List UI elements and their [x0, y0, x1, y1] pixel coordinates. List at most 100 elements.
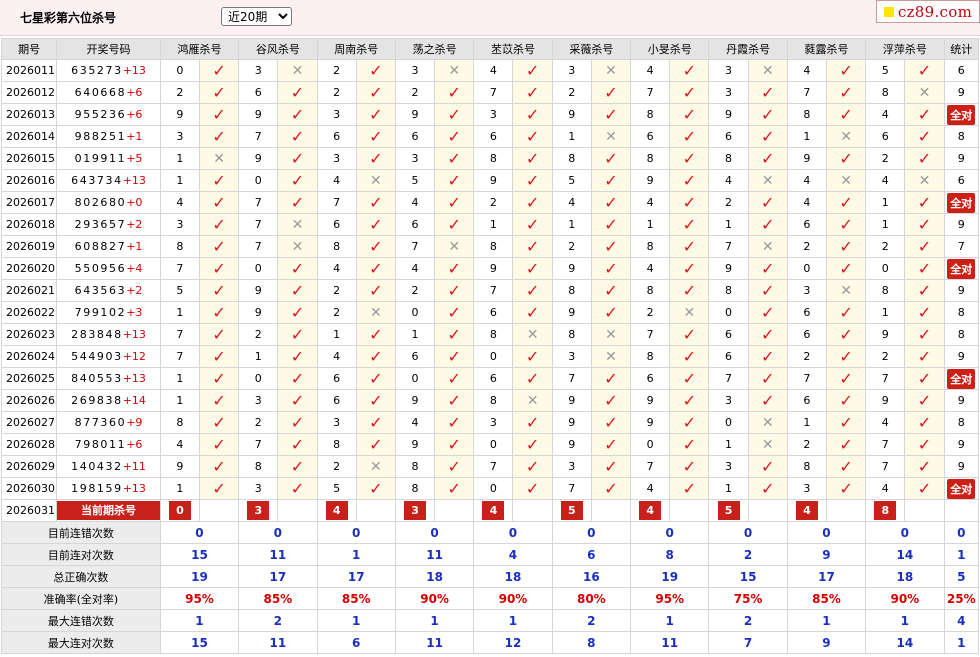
result-mark-cell: ✓: [434, 103, 475, 126]
draw-digits: 798011: [74, 438, 127, 451]
kill-number-cell: 3: [473, 411, 514, 434]
check-icon: ✓: [917, 60, 932, 80]
kill-number-cell: 9: [551, 301, 592, 324]
check-icon: ✓: [682, 60, 697, 80]
cross-icon: ✕: [840, 128, 852, 145]
all-correct-badge: 全对: [947, 368, 976, 389]
kill-number-cell: 8: [630, 147, 671, 170]
period-select[interactable]: 近20期: [221, 7, 292, 26]
current-kill-number: 4: [482, 501, 505, 520]
kill-number-cell: 9: [238, 301, 279, 324]
result-mark-cell: ✓: [355, 213, 396, 236]
check-icon: ✓: [682, 258, 697, 278]
kill-number-cell: 3: [159, 213, 200, 236]
kill-number-cell: 9: [708, 257, 749, 280]
kill-number-cell: 6: [786, 323, 827, 346]
kill-number-cell: 8: [630, 345, 671, 368]
check-icon: ✓: [917, 456, 932, 476]
table-row: 2026022 799102+3 1 ✓ 9 ✓ 2 ✕ 0 ✓ 6 ✓ 9 ✓ 2 ✕ 0 ✓ 6 ✓ 1 ✓ 8: [0, 301, 980, 324]
column-header: 荡之杀号: [394, 38, 475, 60]
result-mark-cell: ✓: [277, 433, 318, 456]
draw-digits: 643563: [74, 284, 127, 297]
check-icon: ✓: [761, 478, 775, 498]
draw-number-cell: 293657+2: [56, 213, 161, 236]
draw-digits: 293657: [74, 218, 127, 231]
draw-extra: +13: [122, 64, 146, 77]
row-stat-cell: 9: [943, 455, 980, 478]
result-mark-cell: ✓: [277, 323, 318, 346]
result-mark-cell: ✓: [434, 213, 475, 236]
period-cell: 2026021: [0, 279, 58, 302]
draw-extra: +12: [122, 350, 146, 363]
kill-number-cell: 7: [708, 235, 749, 258]
stat-value: 2: [708, 543, 788, 566]
stat-label: 准确率(全对率): [1, 587, 161, 610]
kill-number-cell: 7: [551, 477, 592, 500]
table-row: 2026020 550956+4 7 ✓ 0 ✓ 4 ✓ 4 ✓ 9 ✓ 9 ✓ 4 ✓ 9 ✓ 0 ✓ 0 ✓ 全对: [0, 257, 980, 280]
header-row: 期号 开奖号码 鸿雁杀号 谷风杀号 周南杀号 荡之杀号 苤苡杀号 采薇杀号 小旻杀号 丹霞杀号 蕤露…: [0, 38, 980, 60]
result-mark-cell: ✓: [904, 59, 945, 82]
kill-number-cell: 6: [316, 125, 357, 148]
draw-extra: +6: [126, 438, 143, 451]
draw-extra: +6: [126, 86, 143, 99]
result-mark-cell: ✓: [198, 213, 240, 236]
result-mark-cell: ✓: [904, 411, 945, 434]
kill-number-cell: 1: [394, 323, 436, 346]
result-mark-cell: ✓: [277, 411, 318, 434]
result-mark-cell: ✕: [669, 301, 710, 324]
result-mark-cell: ✓: [355, 323, 396, 346]
result-mark-cell: ✓: [512, 191, 553, 214]
result-mark-cell: ✓: [590, 433, 632, 456]
cross-icon: ✕: [291, 216, 304, 233]
draw-number-cell: 988251+1: [56, 125, 161, 148]
stat-label: 目前连错次数: [1, 521, 161, 544]
kill-number-cell: 9: [159, 455, 200, 478]
kill-number-cell: 4: [316, 345, 357, 368]
kill-number-cell: 2: [786, 433, 827, 456]
result-mark-cell: ✓: [512, 235, 553, 258]
result-mark-cell: ✓: [434, 301, 475, 324]
draw-extra: +4: [126, 262, 143, 275]
kill-number-cell: 2: [708, 191, 749, 214]
kill-number-cell: 2: [316, 81, 357, 104]
current-kill-number: 3: [404, 501, 427, 520]
current-kill-cell: 0: [159, 499, 200, 522]
site-logo[interactable]: cz89.com: [876, 0, 980, 23]
kill-number-cell: 9: [238, 147, 279, 170]
result-mark-cell: ✓: [590, 213, 632, 236]
kill-number-cell: 3: [473, 103, 514, 126]
result-mark-cell: ✓: [747, 103, 788, 126]
check-icon: ✓: [917, 478, 932, 498]
check-icon: ✓: [682, 280, 697, 300]
current-kill-label: 当前期杀号: [57, 501, 160, 520]
kill-number-cell: 4: [394, 191, 436, 214]
current-kill-number: 0: [168, 501, 191, 520]
kill-number-cell: 1: [159, 169, 200, 192]
empty-cell: [669, 499, 710, 522]
draw-digits: 544903: [71, 350, 123, 363]
result-mark-cell: ✓: [277, 191, 318, 214]
period-cell: 2026027: [0, 411, 58, 434]
result-mark-cell: ✓: [825, 191, 867, 214]
kill-number-cell: 4: [786, 59, 827, 82]
cross-icon: ✕: [213, 150, 225, 167]
table-row: 2026026 269838+14 1 ✓ 3 ✓ 6 ✓ 9 ✓ 8 ✕ 9 ✓ 9 ✓ 3 ✓ 6 ✓ 9 ✓ 9: [0, 389, 980, 412]
empty-cell: [943, 499, 980, 522]
draw-extra: +5: [126, 152, 143, 165]
kill-number-cell: 9: [394, 103, 436, 126]
check-icon: ✓: [604, 456, 618, 476]
draw-digits: 635273: [71, 64, 123, 77]
kill-number-cell: 7: [708, 367, 749, 390]
kill-number-cell: 7: [551, 367, 592, 390]
stat-value: 0: [708, 521, 788, 544]
draw-extra: +0: [126, 196, 143, 209]
stat-value: 95%: [630, 587, 710, 610]
kill-number-cell: 7: [630, 81, 671, 104]
kill-number-cell: 6: [394, 125, 436, 148]
all-correct-badge: 全对: [947, 258, 976, 279]
kill-number-cell: 2: [630, 301, 671, 324]
kill-number-cell: 6: [473, 125, 514, 148]
stat-value: 0: [551, 521, 632, 544]
result-mark-cell: ✕: [277, 59, 318, 82]
logo-text: cz89.com: [897, 2, 973, 21]
